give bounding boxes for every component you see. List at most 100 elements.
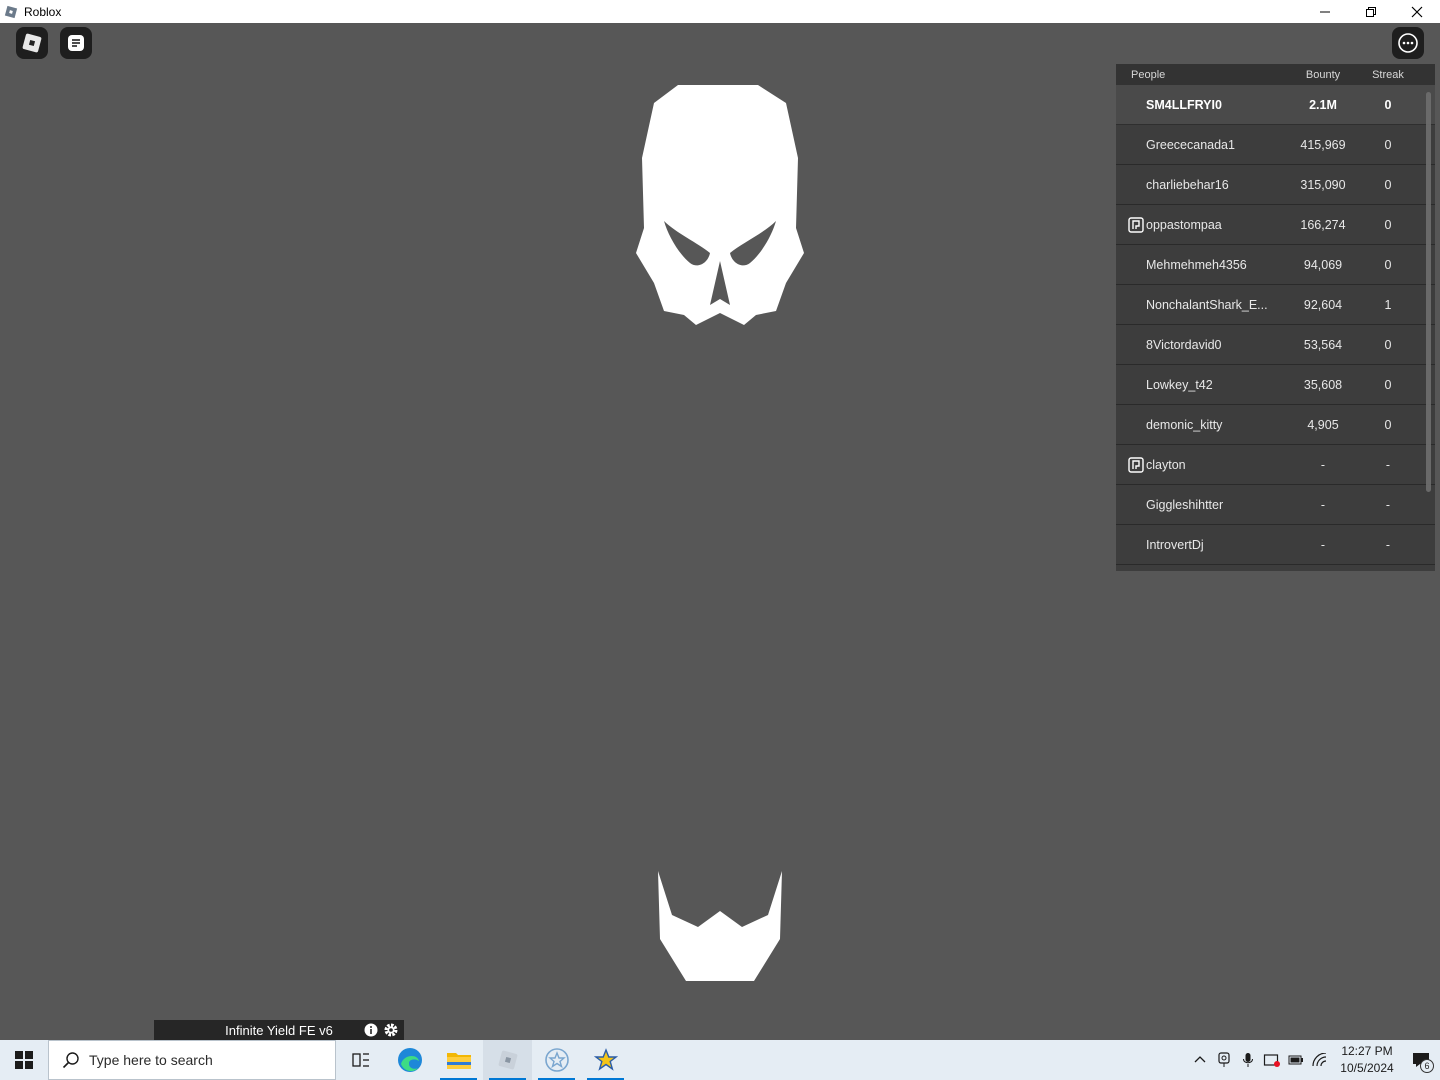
close-button[interactable] [1394, 0, 1440, 23]
edge-app[interactable] [385, 1040, 434, 1080]
show-hidden-icons-button[interactable] [1188, 1040, 1212, 1080]
star-icon [593, 1048, 618, 1071]
file-explorer-app[interactable] [434, 1040, 483, 1080]
badge-slot [1126, 256, 1146, 274]
folder-icon [446, 1053, 471, 1069]
leaderboard-row[interactable]: clayton - - [1116, 445, 1435, 485]
leaderboard-row[interactable]: SM4LLFRYI0 2.1M 0 [1116, 85, 1435, 125]
player-streak: 0 [1384, 97, 1392, 112]
minimize-button[interactable] [1302, 0, 1348, 23]
player-bounty: 315,090 [1300, 177, 1346, 192]
header-bounty: Bounty [1305, 68, 1341, 81]
battery-tray-button[interactable] [1284, 1040, 1308, 1080]
player-bounty: 92,604 [1303, 297, 1343, 312]
game-viewport[interactable]: People Bounty Streak SM4LLFRYI0 2.1M 0 Gree… [0, 23, 1440, 1040]
player-bounty: 94,069 [1303, 257, 1343, 272]
close-icon [1411, 6, 1423, 17]
player-streak: 0 [1384, 177, 1392, 192]
roblox-app-icon [4, 5, 18, 18]
player-name: charliebehar16 [1146, 177, 1229, 192]
player-bounty: - [1320, 537, 1326, 552]
task-view-button[interactable] [336, 1040, 385, 1080]
leaderboard-row[interactable]: Giggleshihtter - - [1116, 485, 1435, 525]
player-streak: 0 [1384, 257, 1392, 272]
more-icon [1398, 33, 1418, 53]
search-placeholder: Type here to search [89, 1052, 213, 1068]
player-streak: 0 [1384, 337, 1392, 352]
taskbar-search[interactable]: Type here to search [48, 1040, 336, 1080]
badge-slot [1126, 96, 1146, 114]
chevron-up-icon [1194, 1056, 1206, 1063]
camera-tray-button[interactable] [1212, 1040, 1236, 1080]
player-bounty: 415,969 [1300, 137, 1346, 152]
network-tray-button[interactable] [1308, 1040, 1332, 1080]
header-streak: Streak [1372, 68, 1404, 81]
system-tray: 12:27 PM 10/5/2024 6 [1188, 1040, 1440, 1080]
clock-time: 12:27 PM [1341, 1044, 1393, 1058]
meet-now-tray-button[interactable] [1260, 1040, 1284, 1080]
player-streak: 1 [1384, 297, 1392, 312]
gear-icon [384, 1023, 398, 1037]
roblox-logo-icon [22, 33, 42, 53]
badge-slot [1126, 536, 1146, 554]
leaderboard-row[interactable]: oppastompaa 166,274 0 [1116, 205, 1435, 245]
badge-slot [1126, 296, 1146, 314]
restore-icon [1366, 6, 1376, 17]
settings-button[interactable] [382, 1021, 400, 1039]
leaderboard-scrollbar[interactable] [1426, 92, 1431, 492]
window-controls [1302, 0, 1440, 23]
microphone-tray-button[interactable] [1236, 1040, 1260, 1080]
player-name: NonchalantShark_E... [1146, 297, 1268, 312]
roblox-menu-button[interactable] [16, 27, 48, 59]
badge-slot [1126, 336, 1146, 354]
start-button[interactable] [0, 1040, 48, 1080]
player-name: demonic_kitty [1146, 417, 1223, 432]
leaderboard-rows: SM4LLFRYI0 2.1M 0 Greececanada1 415,969 0 char… [1116, 85, 1435, 565]
window-title: Roblox [24, 4, 62, 19]
premium-badge [1126, 456, 1146, 474]
search-icon [61, 1050, 81, 1070]
action-center-button[interactable]: 6 [1402, 1040, 1440, 1080]
player-streak: 0 [1384, 377, 1392, 392]
star-app[interactable] [581, 1040, 630, 1080]
player-name: clayton [1146, 457, 1186, 472]
player-streak: - [1385, 537, 1391, 552]
restore-button[interactable] [1348, 0, 1394, 23]
leaderboard-row[interactable]: Mehmehmeh4356 94,069 0 [1116, 245, 1435, 285]
player-name: Lowkey_t42 [1146, 377, 1213, 392]
leaderboard-row[interactable]: 8Victordavid0 53,564 0 [1116, 325, 1435, 365]
skull-icon [636, 85, 804, 325]
leaderboard-row[interactable]: demonic_kitty 4,905 0 [1116, 405, 1435, 445]
badge-slot [1126, 176, 1146, 194]
roblox-taskbar-app[interactable] [483, 1040, 532, 1080]
leaderboard-row[interactable]: Greececanada1 415,969 0 [1116, 125, 1435, 165]
leaderboard-header: People Bounty Streak [1116, 64, 1435, 85]
notification-count-badge: 6 [1420, 1059, 1434, 1073]
leaderboard-row[interactable]: IntrovertDj - - [1116, 525, 1435, 565]
meet-now-icon [1263, 1054, 1280, 1067]
player-bounty: 166,274 [1300, 217, 1346, 232]
premium-icon [1128, 216, 1144, 233]
leaderboard-row[interactable]: Lowkey_t42 35,608 0 [1116, 365, 1435, 405]
star-circle-app[interactable] [532, 1040, 581, 1080]
chat-button[interactable] [60, 27, 92, 59]
taskbar-clock[interactable]: 12:27 PM 10/5/2024 [1332, 1043, 1402, 1077]
header-people: People [1131, 68, 1166, 81]
badge-slot [1126, 376, 1146, 394]
player-name: 8Victordavid0 [1146, 337, 1222, 352]
infinite-yield-bar[interactable]: Infinite Yield FE v6 [154, 1020, 404, 1040]
more-options-button[interactable] [1392, 27, 1424, 59]
window-titlebar: Roblox [0, 0, 1440, 23]
leaderboard-row[interactable]: charliebehar16 315,090 0 [1116, 165, 1435, 205]
player-bounty: - [1320, 497, 1326, 512]
leaderboard: People Bounty Streak SM4LLFRYI0 2.1M 0 Gree… [1116, 64, 1435, 571]
player-name: Giggleshihtter [1146, 497, 1224, 512]
player-bounty: - [1320, 457, 1326, 472]
leaderboard-row[interactable]: NonchalantShark_E... 92,604 1 [1116, 285, 1435, 325]
taskbar: Type here to search 12:27 PM 10/5/2024 6 [0, 1040, 1440, 1080]
windows-logo-icon [15, 1051, 33, 1069]
info-button[interactable] [362, 1021, 380, 1039]
player-name: oppastompaa [1146, 217, 1222, 232]
player-name: IntrovertDj [1146, 537, 1204, 552]
task-view-icon [351, 1053, 369, 1067]
